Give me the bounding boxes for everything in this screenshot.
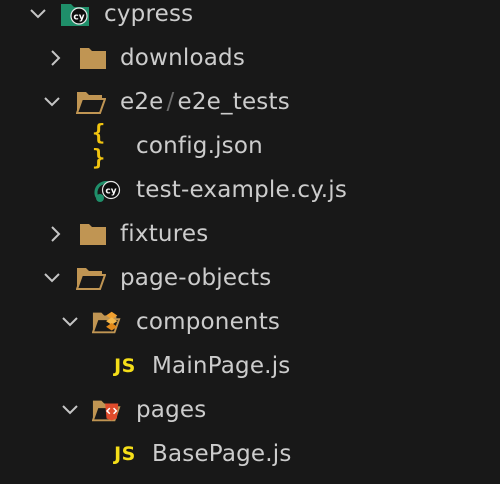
js-file-icon: JS [114,355,136,377]
tree-item-label: downloads [120,45,245,71]
svg-text:cy: cy [73,13,84,23]
path-segment-e2e: e2e [120,89,164,115]
folder-icon [78,219,108,249]
components-folder-icon [92,307,122,337]
tree-item-label: cypress [104,1,194,27]
js-file-icon: JS [114,443,136,465]
pages-folder-icon [92,395,122,425]
cypress-test-file-icon: cy [92,175,122,205]
folder-open-icon [76,87,106,117]
tree-item-label: test-example.cy.js [136,177,348,203]
cypress-folder-icon: cy [60,0,90,29]
path-separator: / [166,89,175,115]
tree-item-cypress[interactable]: cy cypress [0,0,500,36]
folder-open-icon [76,263,106,293]
chevron-down-icon[interactable] [60,312,80,332]
tree-item-label: page-objects [120,265,272,291]
tree-item-test-example[interactable]: cy test-example.cy.js [0,168,500,212]
tree-item-e2e-tests[interactable]: e2e / e2e_tests [0,80,500,124]
chevron-down-icon[interactable] [42,92,62,112]
tree-item-page-objects[interactable]: page-objects [0,256,500,300]
chevron-down-icon[interactable] [42,268,62,288]
path-segment-e2e-tests: e2e_tests [177,89,290,115]
tree-item-config-json[interactable]: { } config.json [0,121,500,171]
tree-item-label: config.json [136,133,263,159]
tree-item-label: BasePage.js [152,441,292,467]
tree-item-downloads[interactable]: downloads [0,36,500,80]
chevron-down-icon[interactable] [60,400,80,420]
tree-item-label: components [136,309,281,335]
json-braces-icon: { } [92,121,107,171]
tree-item-label: pages [136,397,207,423]
tree-item-label: MainPage.js [152,353,291,379]
chevron-down-icon[interactable] [28,4,48,24]
svg-text:cy: cy [105,187,116,197]
tree-item-fixtures[interactable]: fixtures [0,212,500,256]
tree-item-mainpage-js[interactable]: JS MainPage.js [0,344,500,388]
tree-item-label: fixtures [120,221,209,247]
tree-item-label: e2e / e2e_tests [120,89,290,115]
tree-item-basepage-js[interactable]: JS BasePage.js [0,432,500,476]
chevron-right-icon[interactable] [46,224,66,244]
tree-item-pages[interactable]: pages [0,388,500,432]
tree-item-components[interactable]: components [0,300,500,344]
folder-icon [78,43,108,73]
chevron-right-icon[interactable] [46,48,66,68]
file-explorer-tree: cy cypress downloads e2e/e2e_tests { } [0,0,500,484]
